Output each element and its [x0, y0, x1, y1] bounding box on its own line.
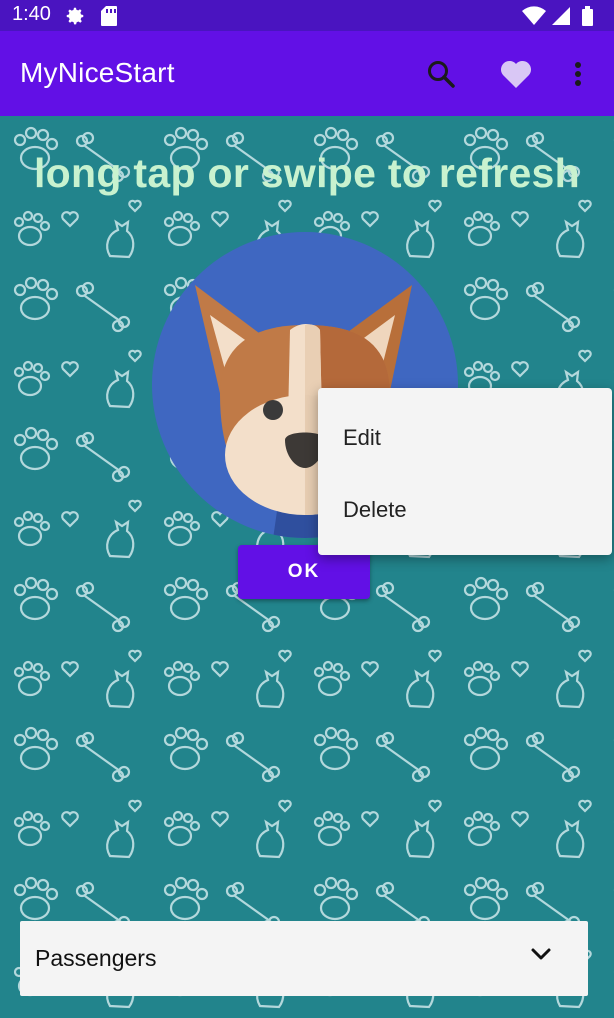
battery-icon — [582, 6, 593, 26]
menu-item-label: Edit — [343, 425, 381, 450]
gear-icon — [64, 5, 86, 32]
app-bar: MyNiceStart — [0, 31, 614, 116]
context-menu: Edit Delete — [318, 388, 612, 555]
menu-item-edit[interactable]: Edit — [318, 401, 612, 473]
status-right-icons — [522, 5, 602, 32]
wifi-icon — [522, 6, 546, 25]
status-bar: 1:40 — [0, 0, 614, 31]
search-icon[interactable] — [425, 58, 457, 90]
menu-item-delete[interactable]: Delete — [318, 473, 612, 545]
chevron-down-icon — [530, 947, 552, 968]
more-vert-icon[interactable] — [568, 58, 588, 90]
menu-item-label: Delete — [343, 497, 407, 522]
refresh-hint-headline[interactable]: long tap or swipe to refresh — [0, 150, 614, 197]
passengers-spinner[interactable]: Passengers — [20, 921, 588, 996]
sd-card-icon — [100, 5, 118, 32]
status-time: 1:40 — [12, 3, 51, 25]
signal-icon — [552, 7, 570, 25]
app-title: MyNiceStart — [20, 57, 175, 88]
heart-icon[interactable] — [499, 58, 532, 90]
spinner-selected-value: Passengers — [35, 945, 157, 971]
